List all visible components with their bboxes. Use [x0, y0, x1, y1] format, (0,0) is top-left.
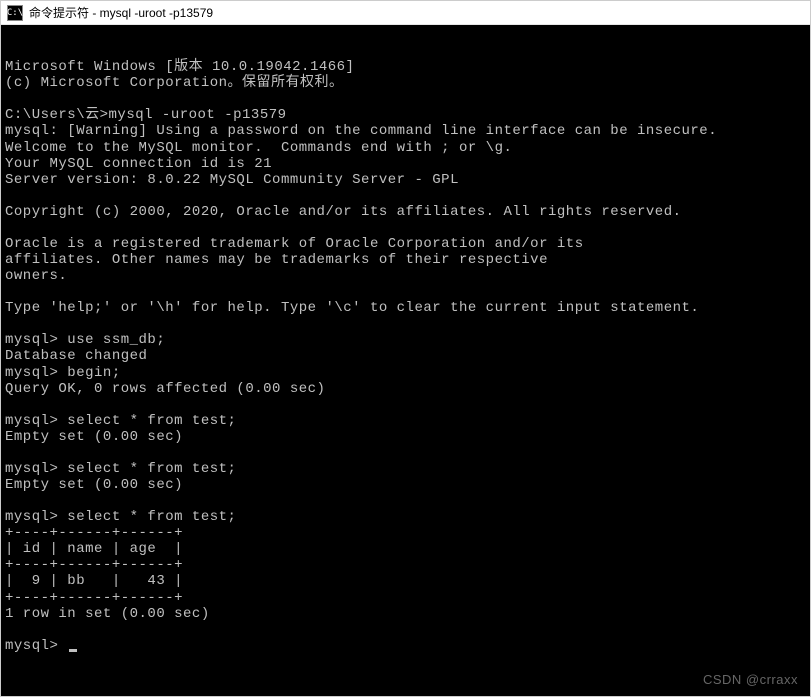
terminal-line: mysql>	[5, 638, 806, 654]
terminal-line: mysql> select * from test;	[5, 413, 806, 429]
cmd-icon: C:\	[7, 5, 23, 21]
terminal-line: Your MySQL connection id is 21	[5, 156, 806, 172]
window-title: 命令提示符 - mysql -uroot -p13579	[29, 4, 213, 21]
terminal-line: +----+------+------+	[5, 525, 806, 541]
terminal-line: mysql> use ssm_db;	[5, 332, 806, 348]
cursor	[69, 649, 77, 652]
terminal-line: +----+------+------+	[5, 590, 806, 606]
terminal-line: Database changed	[5, 348, 806, 364]
terminal-area[interactable]: Microsoft Windows [版本 10.0.19042.1466](c…	[1, 25, 810, 696]
terminal-line	[5, 284, 806, 300]
terminal-line: 1 row in set (0.00 sec)	[5, 606, 806, 622]
terminal-line: Empty set (0.00 sec)	[5, 429, 806, 445]
terminal-line: Empty set (0.00 sec)	[5, 477, 806, 493]
terminal-line	[5, 316, 806, 332]
terminal-line: mysql> begin;	[5, 365, 806, 381]
terminal-line: Microsoft Windows [版本 10.0.19042.1466]	[5, 59, 806, 75]
terminal-line: owners.	[5, 268, 806, 284]
terminal-line: mysql> select * from test;	[5, 461, 806, 477]
terminal-line: affiliates. Other names may be trademark…	[5, 252, 806, 268]
terminal-line: Welcome to the MySQL monitor. Commands e…	[5, 140, 806, 156]
terminal-line: Type 'help;' or '\h' for help. Type '\c'…	[5, 300, 806, 316]
terminal-line	[5, 220, 806, 236]
terminal-line	[5, 445, 806, 461]
terminal-line: mysql> select * from test;	[5, 509, 806, 525]
watermark: CSDN @crraxx	[703, 673, 798, 688]
terminal-line: (c) Microsoft Corporation。保留所有权利。	[5, 75, 806, 91]
command-prompt-window: C:\ 命令提示符 - mysql -uroot -p13579 Microso…	[0, 0, 811, 697]
terminal-content: Microsoft Windows [版本 10.0.19042.1466](c…	[5, 59, 806, 654]
terminal-line: Server version: 8.0.22 MySQL Community S…	[5, 172, 806, 188]
terminal-line: mysql: [Warning] Using a password on the…	[5, 123, 806, 139]
terminal-line: | 9 | bb | 43 |	[5, 573, 806, 589]
terminal-line: Oracle is a registered trademark of Orac…	[5, 236, 806, 252]
terminal-line	[5, 188, 806, 204]
terminal-line: +----+------+------+	[5, 557, 806, 573]
terminal-line	[5, 91, 806, 107]
terminal-line: C:\Users\云>mysql -uroot -p13579	[5, 107, 806, 123]
titlebar[interactable]: C:\ 命令提示符 - mysql -uroot -p13579	[1, 1, 810, 25]
terminal-line: Copyright (c) 2000, 2020, Oracle and/or …	[5, 204, 806, 220]
terminal-line: Query OK, 0 rows affected (0.00 sec)	[5, 381, 806, 397]
terminal-line: | id | name | age |	[5, 541, 806, 557]
terminal-line	[5, 493, 806, 509]
terminal-line	[5, 397, 806, 413]
terminal-line	[5, 622, 806, 638]
